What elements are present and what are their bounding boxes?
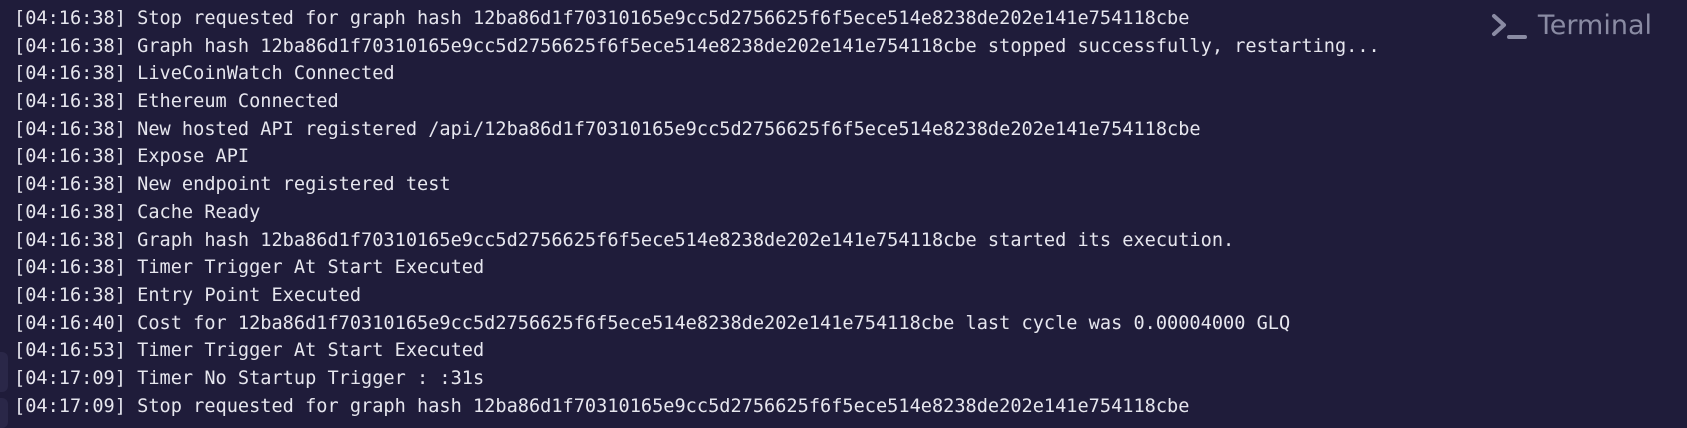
log-message: New endpoint registered test <box>137 174 451 196</box>
log-line: [04:16:38] Stop requested for graph hash… <box>14 5 1380 33</box>
side-tab <box>0 352 8 392</box>
log-timestamp: [04:17:09] <box>14 367 126 389</box>
log-timestamp: [04:16:38] <box>14 201 126 223</box>
log-output[interactable]: [04:16:38] Stop requested for graph hash… <box>14 5 1380 420</box>
terminal-panel[interactable]: Terminal [04:16:38] Stop requested for g… <box>0 0 1687 428</box>
log-line: [04:16:38] Expose API <box>14 143 1380 171</box>
log-line: [04:16:53] Timer Trigger At Start Execut… <box>14 337 1380 365</box>
log-timestamp: [04:16:38] <box>14 284 126 306</box>
log-message: New hosted API registered /api/12ba86d1f… <box>137 118 1201 140</box>
log-message: Timer No Startup Trigger : :31s <box>137 367 485 389</box>
log-message: LiveCoinWatch Connected <box>137 63 395 85</box>
log-message: Graph hash 12ba86d1f70310165e9cc5d275662… <box>137 229 1235 251</box>
log-message: Entry Point Executed <box>137 284 362 306</box>
log-message: Timer Trigger At Start Executed <box>137 257 485 279</box>
log-message: Stop requested for graph hash 12ba86d1f7… <box>137 8 1190 29</box>
log-line: [04:16:38] LiveCoinWatch Connected <box>14 60 1380 88</box>
log-timestamp: [04:16:38] <box>14 91 126 113</box>
log-timestamp: [04:16:38] <box>14 257 126 279</box>
log-timestamp: [04:16:53] <box>14 340 126 362</box>
log-timestamp: [04:16:38] <box>14 63 126 85</box>
log-message: Cache Ready <box>137 201 261 223</box>
log-line: [04:16:38] Graph hash 12ba86d1f70310165e… <box>14 33 1380 61</box>
log-line: [04:17:09] Stop requested for graph hash… <box>14 393 1380 421</box>
log-message: Timer Trigger At Start Executed <box>137 340 485 362</box>
log-line: [04:17:09] Timer No Startup Trigger : :3… <box>14 365 1380 393</box>
log-timestamp: [04:16:38] <box>14 174 126 196</box>
log-message: Expose API <box>137 146 250 168</box>
terminal-icon <box>1490 12 1528 40</box>
log-timestamp: [04:16:38] <box>14 146 126 168</box>
log-timestamp: [04:16:40] <box>14 312 126 334</box>
log-line: [04:16:38] Timer Trigger At Start Execut… <box>14 254 1380 282</box>
log-line: [04:16:38] Graph hash 12ba86d1f70310165e… <box>14 227 1380 255</box>
log-message: Graph hash 12ba86d1f70310165e9cc5d275662… <box>137 35 1380 57</box>
log-timestamp: [04:17:09] <box>14 395 126 417</box>
log-line: [04:16:38] New hosted API registered /ap… <box>14 116 1380 144</box>
log-timestamp: [04:16:38] <box>14 118 126 140</box>
log-message: Ethereum Connected <box>137 91 339 113</box>
terminal-title: Terminal <box>1537 10 1652 41</box>
log-timestamp: [04:16:38] <box>14 35 126 57</box>
log-line: [04:16:38] Entry Point Executed <box>14 282 1380 310</box>
log-timestamp: [04:16:38] <box>14 229 126 251</box>
log-line: [04:16:38] New endpoint registered test <box>14 171 1380 199</box>
log-message: Stop requested for graph hash 12ba86d1f7… <box>137 395 1190 417</box>
side-tab <box>0 398 8 428</box>
log-line: [04:16:38] Ethereum Connected <box>14 88 1380 116</box>
log-line: [04:16:38] Cache Ready <box>14 199 1380 227</box>
log-message: Cost for 12ba86d1f70310165e9cc5d2756625f… <box>137 312 1291 334</box>
terminal-header: Terminal <box>1490 10 1652 41</box>
log-line: [04:16:40] Cost for 12ba86d1f70310165e9c… <box>14 310 1380 338</box>
log-timestamp: [04:16:38] <box>14 8 126 29</box>
